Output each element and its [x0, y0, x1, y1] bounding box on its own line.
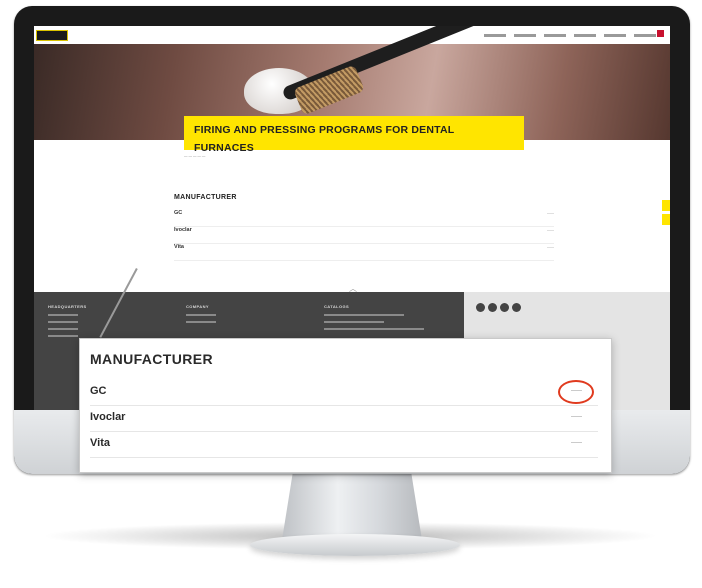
social-icon[interactable]: [512, 303, 521, 312]
page-title-line2: FURNACES: [194, 142, 254, 154]
monitor-base: [250, 534, 460, 556]
footer-column: COMPANY: [186, 304, 216, 323]
language-flag-icon[interactable]: [657, 30, 664, 37]
footer-link[interactable]: [186, 314, 216, 316]
download-link[interactable]: ——: [547, 210, 554, 226]
social-icon[interactable]: [488, 303, 497, 312]
footer-link[interactable]: [324, 314, 404, 316]
footer-link[interactable]: [186, 321, 216, 323]
nav-link[interactable]: [604, 34, 626, 37]
top-navigation: [484, 31, 656, 37]
list-item[interactable]: Vita ——: [90, 433, 598, 458]
manufacturer-list-small: MANUFACTURER GC —— Ivoclar —— Vita ——: [174, 194, 554, 261]
nav-link[interactable]: [544, 34, 566, 37]
footer-column: CATALOGS: [324, 304, 424, 330]
breadcrumb[interactable]: — — — — —: [184, 154, 205, 158]
side-tabs: [662, 200, 670, 228]
list-item[interactable]: Ivoclar ——: [90, 407, 598, 432]
highlight-circle: [558, 380, 594, 404]
monitor-stand: [282, 470, 422, 540]
nav-link[interactable]: [514, 34, 536, 37]
side-tab[interactable]: [662, 214, 670, 225]
footer-line: [48, 321, 78, 323]
nav-link[interactable]: [634, 34, 656, 37]
footer-column: HEADQUARTERS: [48, 304, 87, 337]
footer-link[interactable]: [324, 321, 384, 323]
footer-line: [48, 314, 78, 316]
manufacturer-heading: MANUFACTURER: [90, 351, 214, 367]
footer-heading: CATALOGS: [324, 304, 350, 309]
list-item[interactable]: Vita ——: [174, 244, 554, 261]
manufacturer-name: Vita: [90, 437, 110, 449]
download-link[interactable]: ——: [571, 440, 582, 446]
list-item[interactable]: GC ——: [174, 210, 554, 227]
footer-line: [48, 335, 78, 337]
manufacturer-name: GC: [174, 210, 183, 216]
footer-link[interactable]: [324, 328, 424, 330]
brand-logo-icon[interactable]: [36, 30, 68, 41]
social-icon[interactable]: [476, 303, 485, 312]
manufacturer-name: Vita: [174, 244, 184, 250]
page-title-line1: FIRING AND PRESSING PROGRAMS FOR DENTAL: [194, 124, 455, 136]
manufacturer-name: Ivoclar: [90, 411, 126, 423]
zoom-callout: MANUFACTURER GC —— Ivoclar —— Vita ——: [79, 338, 612, 473]
download-link[interactable]: ——: [547, 244, 554, 260]
page-title: FIRING AND PRESSING PROGRAMS FOR DENTAL …: [184, 116, 524, 154]
manufacturer-name: GC: [90, 385, 107, 397]
site-header: [34, 26, 670, 44]
footer-heading: HEADQUARTERS: [48, 304, 87, 309]
list-item[interactable]: GC ——: [90, 380, 598, 406]
download-link[interactable]: ——: [547, 227, 554, 243]
social-media-icons: [476, 303, 521, 312]
manufacturer-name: Ivoclar: [174, 227, 192, 233]
nav-link[interactable]: [574, 34, 596, 37]
footer-line: [48, 328, 78, 330]
footer-heading: COMPANY: [186, 304, 209, 309]
side-tab[interactable]: [662, 200, 670, 211]
list-item[interactable]: Ivoclar ——: [174, 227, 554, 244]
social-icon[interactable]: [500, 303, 509, 312]
manufacturer-heading-small: MANUFACTURER: [174, 194, 237, 201]
download-link[interactable]: ——: [571, 414, 582, 420]
nav-link[interactable]: [484, 34, 506, 37]
